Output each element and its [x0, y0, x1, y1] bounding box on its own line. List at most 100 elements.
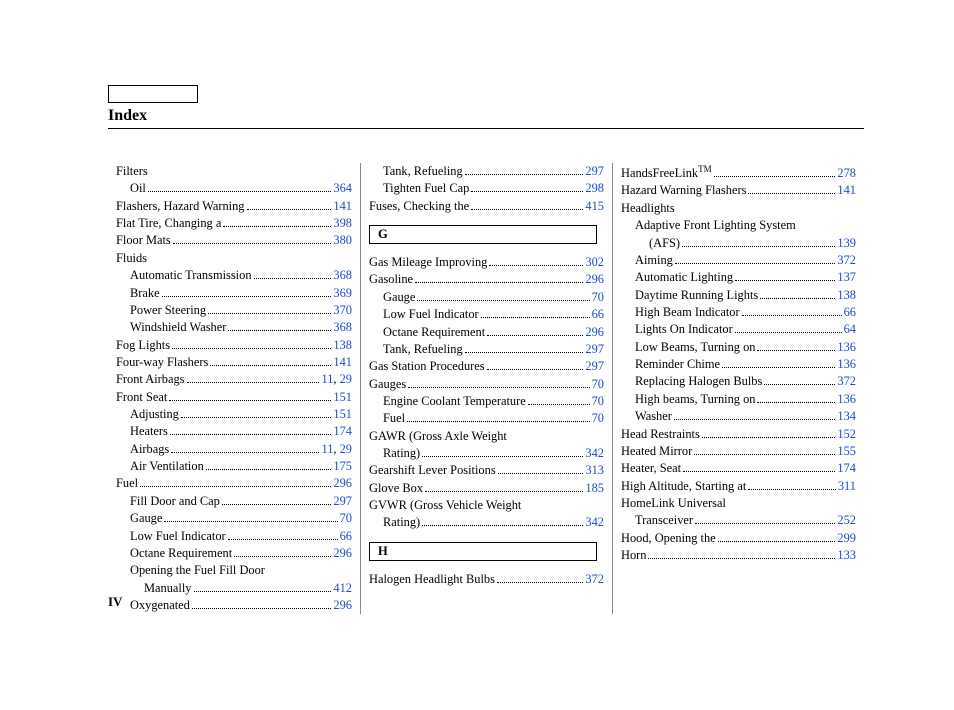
page-link[interactable]: 296 — [333, 598, 352, 612]
page-link[interactable]: 174 — [333, 424, 352, 438]
page-link[interactable]: 415 — [585, 199, 604, 213]
index-label: Gauge — [383, 289, 415, 306]
index-entry: Tank, Refueling 297 — [369, 163, 604, 180]
index-entry: Horn133 — [621, 547, 856, 564]
page-link[interactable]: 66 — [592, 307, 604, 321]
index-label: Fuel — [116, 475, 138, 492]
page-link[interactable]: 278 — [837, 166, 856, 180]
page-link[interactable]: 297 — [585, 164, 604, 178]
page-link[interactable]: 369 — [333, 286, 352, 300]
leader-dots — [674, 419, 836, 420]
index-label: Headlights — [621, 200, 675, 217]
leader-dots — [407, 421, 590, 422]
page-link[interactable]: 70 — [592, 394, 604, 408]
page-link[interactable]: 11 — [321, 372, 333, 386]
page-link[interactable]: 342 — [585, 446, 604, 460]
page-link[interactable]: 297 — [585, 342, 604, 356]
page-link[interactable]: 70 — [592, 377, 604, 391]
leader-dots — [694, 454, 835, 455]
leader-dots — [148, 191, 332, 192]
page-link[interactable]: 155 — [837, 444, 856, 458]
index-entry: Head Restraints152 — [621, 426, 856, 443]
page-link[interactable]: 138 — [837, 288, 856, 302]
page-link[interactable]: 370 — [333, 303, 352, 317]
page-link[interactable]: 298 — [585, 181, 604, 195]
leader-dots — [498, 473, 584, 474]
page-link[interactable]: 70 — [592, 290, 604, 304]
page-link[interactable]: 29 — [340, 372, 352, 386]
page-link[interactable]: 372 — [585, 572, 604, 586]
page-link[interactable]: 175 — [333, 459, 352, 473]
index-entry: Manually412 — [116, 580, 352, 597]
page-link[interactable]: 372 — [837, 374, 856, 388]
index-pages: 138 — [333, 337, 352, 354]
index-entry: Low Beams, Turning on136 — [621, 339, 856, 356]
page-link[interactable]: 296 — [333, 546, 352, 560]
leader-dots — [764, 384, 835, 385]
page-link[interactable]: 368 — [333, 268, 352, 282]
index-label: GVWR (Gross Vehicle Weight — [369, 497, 521, 514]
index-entry: Lights On Indicator64 — [621, 321, 856, 338]
page-link[interactable]: 139 — [837, 236, 856, 250]
index-pages: 364 — [333, 180, 352, 197]
page-link[interactable]: 11 — [321, 442, 333, 456]
page-link[interactable]: 138 — [333, 338, 352, 352]
index-pages: 141 — [837, 182, 856, 199]
page-link[interactable]: 412 — [333, 581, 352, 595]
page-link[interactable]: 136 — [837, 357, 856, 371]
page-link[interactable]: 174 — [837, 461, 856, 475]
index-column: HandsFreeLinkTM278Hazard Warning Flasher… — [612, 163, 864, 614]
leader-dots — [222, 504, 332, 505]
page-link[interactable]: 134 — [837, 409, 856, 423]
page-link[interactable]: 372 — [837, 253, 856, 267]
index-entry: Automatic Transmission368 — [116, 267, 352, 284]
page-link[interactable]: 151 — [333, 390, 352, 404]
index-label: Fuel — [383, 410, 405, 427]
page-link[interactable]: 311 — [838, 479, 856, 493]
page-link[interactable]: 368 — [333, 320, 352, 334]
index-entry: Gas Station Procedures297 — [369, 358, 604, 375]
page-link[interactable]: 296 — [585, 325, 604, 339]
leader-dots — [173, 243, 332, 244]
page-link[interactable]: 185 — [585, 481, 604, 495]
page-link[interactable]: 297 — [333, 494, 352, 508]
page-link[interactable]: 342 — [585, 515, 604, 529]
index-pages: 151 — [333, 389, 352, 406]
page-link[interactable]: 29 — [340, 442, 352, 456]
page-link[interactable]: 137 — [837, 270, 856, 284]
page-link[interactable]: 302 — [585, 255, 604, 269]
leader-dots — [415, 282, 583, 283]
page-link[interactable]: 151 — [333, 407, 352, 421]
index-pages: 66 — [340, 528, 352, 545]
letter-divider: G — [369, 225, 597, 244]
page-link[interactable]: 136 — [837, 392, 856, 406]
page-link[interactable]: 136 — [837, 340, 856, 354]
page-link[interactable]: 70 — [340, 511, 352, 525]
page-link[interactable]: 141 — [333, 355, 352, 369]
page-link[interactable]: 141 — [837, 183, 856, 197]
leader-dots — [172, 348, 331, 349]
page-link[interactable]: 313 — [585, 463, 604, 477]
page-link[interactable]: 152 — [837, 427, 856, 441]
page-link[interactable]: 380 — [333, 233, 352, 247]
page-link[interactable]: 70 — [592, 411, 604, 425]
index-entry: Reminder Chime136 — [621, 356, 856, 373]
index-label: Tank, Refueling — [383, 163, 463, 180]
page-link[interactable]: 296 — [585, 272, 604, 286]
page-link[interactable]: 297 — [585, 359, 604, 373]
page-link[interactable]: 299 — [837, 531, 856, 545]
page-link[interactable]: 141 — [333, 199, 352, 213]
index-entry: Heated Mirror155 — [621, 443, 856, 460]
page-link[interactable]: 364 — [333, 181, 352, 195]
page-link[interactable]: 66 — [844, 305, 856, 319]
index-entry: Adjusting151 — [116, 406, 352, 423]
page-link[interactable]: 66 — [340, 529, 352, 543]
page-link[interactable]: 64 — [844, 322, 856, 336]
page-link[interactable]: 252 — [837, 513, 856, 527]
leader-dots — [742, 315, 842, 316]
leader-dots — [714, 176, 836, 177]
page-link[interactable]: 133 — [837, 548, 856, 562]
page-link[interactable]: 296 — [333, 476, 352, 490]
index-entry: Gearshift Lever Positions313 — [369, 462, 604, 479]
page-link[interactable]: 398 — [333, 216, 352, 230]
